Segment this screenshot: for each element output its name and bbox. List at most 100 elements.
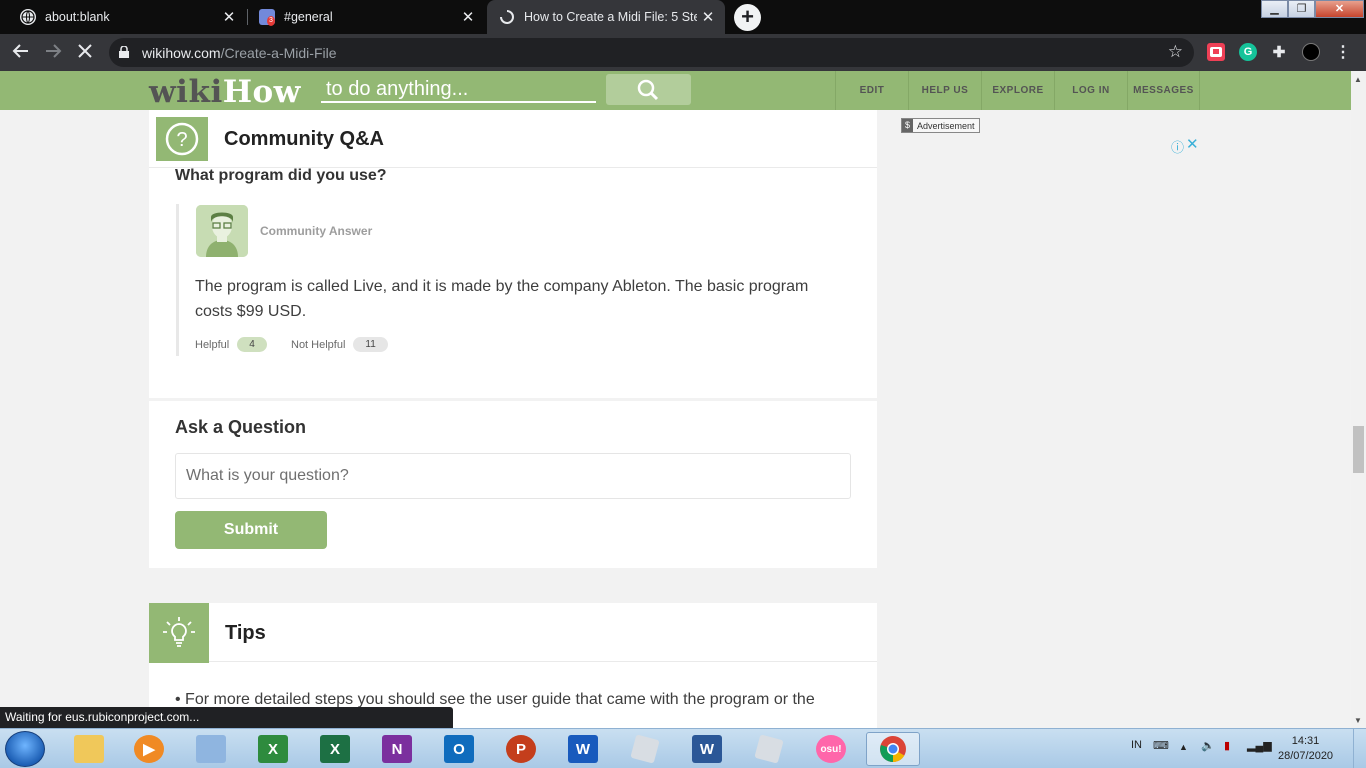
tab-title: #general: [284, 10, 333, 24]
close-icon[interactable]: ✕: [697, 8, 719, 26]
section-title: Community Q&A: [224, 128, 384, 150]
ask-title: Ask a Question: [175, 417, 307, 437]
clock-time: 14:31: [1291, 735, 1320, 747]
nav-edit[interactable]: EDIT: [835, 71, 908, 110]
tab-title: about:blank: [45, 10, 110, 24]
start-button[interactable]: [5, 731, 45, 767]
new-tab-button[interactable]: +: [734, 4, 761, 31]
question-mark-icon: ?: [156, 117, 208, 161]
taskbar-excel-old[interactable]: X: [246, 732, 300, 766]
network-signal-icon[interactable]: ▂▄▆: [1247, 739, 1272, 752]
chrome-icon: [878, 735, 908, 763]
minimize-button[interactable]: ▁: [1261, 0, 1288, 18]
excel-icon: X: [320, 735, 350, 763]
site-search-button[interactable]: [606, 74, 691, 105]
word-icon: W: [568, 735, 598, 763]
tips-header: Tips: [149, 603, 877, 663]
logo-how: How: [222, 74, 301, 110]
taskbar-onenote[interactable]: N: [370, 732, 424, 766]
window-close-button[interactable]: ✕: [1315, 0, 1364, 18]
tab-general[interactable]: 3 #general ✕: [247, 0, 485, 34]
search-icon: [637, 79, 659, 101]
site-search-input[interactable]: to do anything...: [321, 76, 596, 103]
extensions-icon[interactable]: ✚: [1270, 43, 1288, 61]
roblox-icon: [630, 734, 660, 764]
outlook-icon: O: [444, 735, 474, 763]
taskbar-media-player[interactable]: ▶: [122, 732, 176, 766]
taskbar-roblox[interactable]: [618, 732, 672, 766]
show-desktop-button[interactable]: [1353, 729, 1366, 768]
globe-icon: [20, 9, 36, 25]
community-qa-section: ? Community Q&A What program did you use…: [149, 110, 877, 398]
pocket-extension-icon[interactable]: [1207, 43, 1225, 61]
star-icon[interactable]: ☆: [1168, 42, 1183, 62]
roblox-icon: [754, 734, 784, 764]
tab-strip: about:blank ✕ 3 #general ✕ How to Create…: [0, 0, 1366, 34]
close-icon[interactable]: ✕: [218, 8, 240, 26]
page-scrollbar[interactable]: ▲ ▼: [1351, 71, 1366, 728]
avatar: [196, 205, 248, 257]
address-bar[interactable]: wikihow.com/Create-a-Midi-File ☆: [109, 38, 1194, 67]
maximize-button[interactable]: ❐: [1288, 0, 1315, 18]
menu-dots-icon[interactable]: ⋮: [1334, 43, 1352, 61]
taskbar-powerpoint[interactable]: P: [494, 732, 548, 766]
not-helpful-label: Not Helpful: [291, 338, 346, 351]
site-header: wikiHow to do anything... EDIT HELP US E…: [0, 71, 1351, 110]
helpful-vote[interactable]: Helpful 4: [195, 337, 267, 352]
tab-title: How to Create a Midi File: 5 Step: [524, 10, 697, 24]
profile-avatar-icon[interactable]: [1302, 43, 1320, 61]
section-title: Tips: [225, 622, 266, 644]
answer-author: Community Answer: [260, 224, 373, 238]
tray-expand-icon[interactable]: ▲: [1179, 742, 1188, 752]
taskbar-explorer[interactable]: [62, 732, 116, 766]
paint-icon: [196, 735, 226, 763]
submit-button[interactable]: Submit: [175, 511, 327, 549]
clock-date: 28/07/2020: [1278, 750, 1334, 762]
taskbar-paint[interactable]: [184, 732, 238, 766]
system-clock[interactable]: 14:31 28/07/2020: [1278, 734, 1333, 764]
battery-icon[interactable]: ▮: [1224, 739, 1230, 752]
taskbar-outlook[interactable]: O: [432, 732, 486, 766]
grammarly-extension-icon[interactable]: G: [1239, 43, 1257, 61]
ad-badge: $: [902, 119, 913, 132]
scroll-up-arrow-icon[interactable]: ▲: [1354, 75, 1362, 84]
question-text: What program did you use?: [175, 167, 387, 184]
lock-icon: [119, 46, 129, 58]
helpful-count: 4: [237, 337, 267, 352]
onenote-icon: N: [382, 735, 412, 763]
back-arrow-icon[interactable]: [10, 42, 32, 64]
nav-explore[interactable]: EXPLORE: [981, 71, 1054, 110]
excel-icon: X: [258, 735, 288, 763]
status-bubble: Waiting for eus.rubiconproject.com...: [0, 707, 453, 728]
url-path: /Create-a-Midi-File: [220, 45, 337, 61]
site-logo[interactable]: wikiHow: [149, 74, 301, 110]
svg-text:?: ?: [176, 129, 187, 151]
not-helpful-vote[interactable]: Not Helpful 11: [291, 337, 388, 352]
taskbar-chrome[interactable]: [866, 732, 920, 766]
taskbar-word-old[interactable]: W: [680, 732, 734, 766]
answer-text: The program is called Live, and it is ma…: [195, 278, 809, 320]
volume-icon[interactable]: 🔈: [1201, 739, 1215, 752]
scroll-down-arrow-icon[interactable]: ▼: [1354, 716, 1362, 725]
tab-about-blank[interactable]: about:blank ✕: [8, 0, 246, 34]
nav-help-us[interactable]: HELP US: [908, 71, 981, 110]
nav-messages[interactable]: MESSAGES: [1127, 71, 1200, 110]
scrollbar-thumb[interactable]: [1353, 426, 1364, 473]
language-indicator[interactable]: IN: [1131, 739, 1142, 751]
keyboard-icon[interactable]: ⌨: [1153, 739, 1169, 752]
taskbar-osu[interactable]: osu!: [804, 732, 858, 766]
close-icon[interactable]: ✕: [457, 8, 479, 26]
stop-loading-icon[interactable]: [74, 42, 96, 64]
answer-divider: [176, 204, 179, 356]
forward-arrow-icon[interactable]: [42, 42, 64, 64]
taskbar-word[interactable]: W: [556, 732, 610, 766]
nav-log-in[interactable]: LOG IN: [1054, 71, 1127, 110]
taskbar-roblox-studio[interactable]: [742, 732, 796, 766]
question-input[interactable]: [175, 453, 851, 499]
word-icon: W: [692, 735, 722, 763]
ad-info-icon[interactable]: ⓘ: [1171, 137, 1184, 156]
ask-question-section: Ask a Question Submit: [149, 401, 877, 568]
taskbar-excel[interactable]: X: [308, 732, 362, 766]
ad-close-icon[interactable]: ✕: [1186, 135, 1199, 153]
tab-wikihow[interactable]: How to Create a Midi File: 5 Step ✕: [487, 0, 725, 34]
